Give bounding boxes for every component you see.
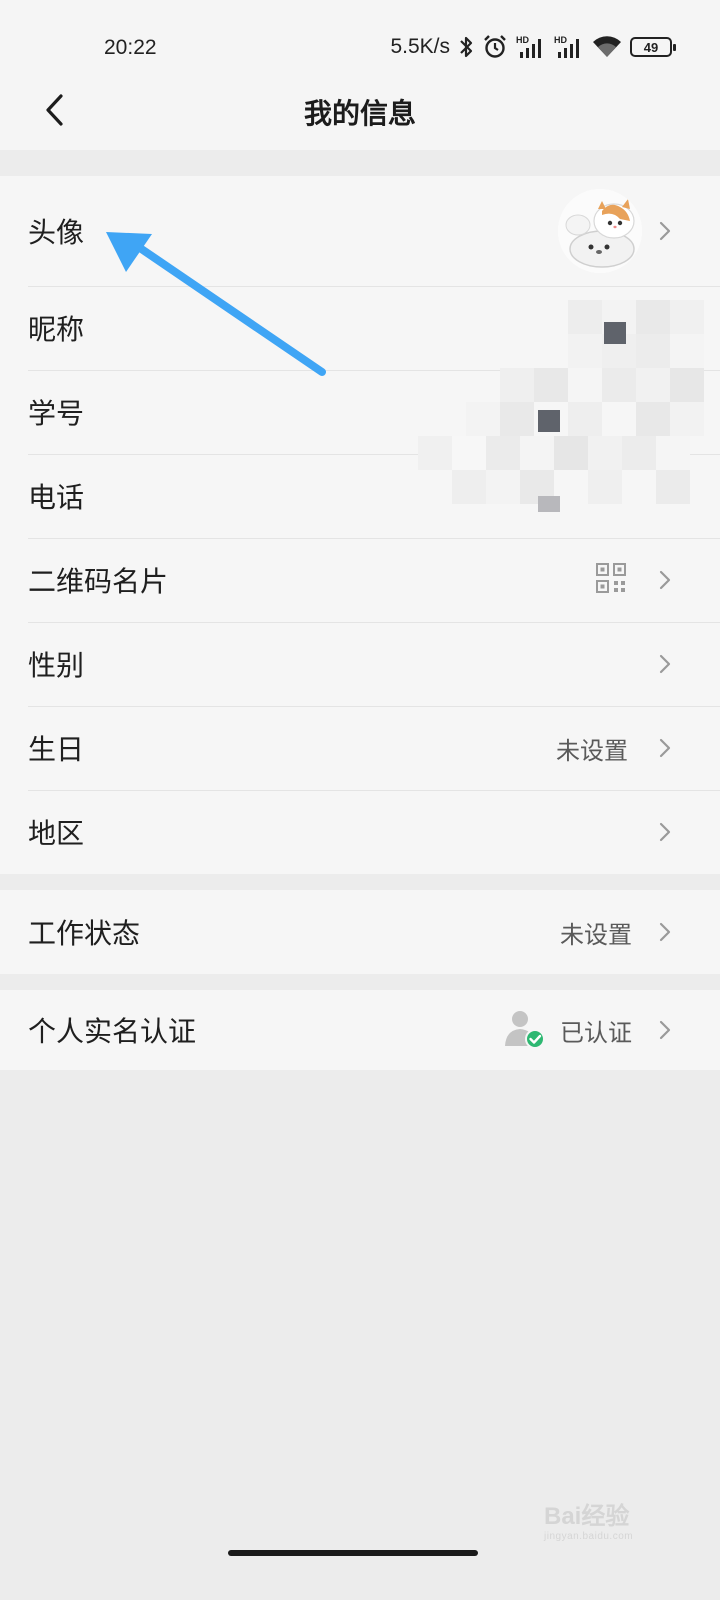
row-real-name-verification[interactable]: 个人实名认证 已认证 — [0, 990, 720, 1070]
work-status-value: 未设置 — [560, 920, 632, 949]
row-label: 工作状态 — [28, 917, 141, 950]
row-qr-card[interactable]: 二维码名片 — [0, 538, 720, 622]
watermark-text: Bai经验 — [544, 1503, 630, 1530]
row-right — [596, 538, 626, 622]
verification-card: 个人实名认证 已认证 — [0, 990, 720, 1070]
chevron-right-icon — [659, 654, 671, 674]
annotation-arrow — [106, 232, 326, 376]
qr-code-icon — [596, 563, 626, 597]
row-label: 二维码名片 — [28, 565, 169, 598]
chevron-right-icon — [659, 922, 671, 942]
verification-status: 已认证 — [560, 1018, 632, 1047]
chevron-right-icon — [659, 738, 671, 758]
row-right: 未设置 — [556, 706, 628, 790]
row-label: 生日 — [28, 733, 85, 766]
watermark: Bai经验 jingyan.baidu.com — [544, 1496, 633, 1542]
row-gender[interactable]: 性别 — [0, 622, 720, 706]
row-right: 未设置 — [560, 890, 632, 974]
home-indicator[interactable] — [228, 1550, 478, 1556]
verified-user-icon — [502, 1006, 546, 1054]
birthday-value: 未设置 — [556, 736, 628, 765]
row-label: 电话 — [28, 481, 85, 514]
row-label: 性别 — [28, 649, 85, 682]
chevron-right-icon — [659, 1020, 671, 1040]
row-birthday[interactable]: 生日 未设置 — [0, 706, 720, 790]
chevron-right-icon — [659, 570, 671, 590]
watermark-sub: jingyan.baidu.com — [544, 1531, 634, 1542]
row-region[interactable]: 地区 — [0, 790, 720, 874]
work-status-card: 工作状态 未设置 — [0, 890, 720, 974]
row-label: 个人实名认证 — [28, 1015, 197, 1048]
row-work-status[interactable]: 工作状态 未设置 — [0, 890, 720, 974]
row-right: 已认证 — [502, 990, 632, 1070]
chevron-right-icon — [659, 822, 671, 842]
row-label: 地区 — [28, 817, 85, 850]
